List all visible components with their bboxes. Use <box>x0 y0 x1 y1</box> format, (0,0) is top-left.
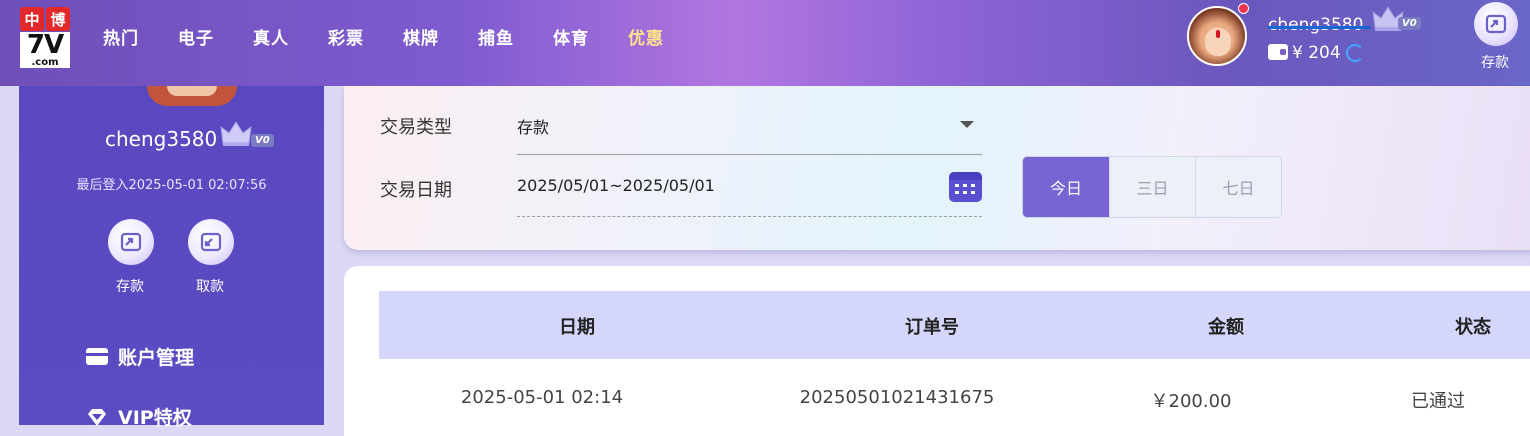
diamond-icon <box>88 408 106 426</box>
cell-date: 2025-05-01 02:14 <box>460 387 624 408</box>
chevron-down-icon <box>960 121 974 128</box>
nav-item-sports[interactable]: 体育 <box>553 24 628 49</box>
sidebar-item-label: VIP特权 <box>118 407 192 429</box>
transaction-date-label: 交易日期 <box>380 180 452 201</box>
header-deposit-label[interactable]: 存款 <box>1481 52 1509 72</box>
logo-char-1: 中 <box>20 7 44 31</box>
sidebar-item-label: 账户管理 <box>118 347 195 369</box>
main-nav: 热门 电子 真人 彩票 棋牌 捕鱼 体育 优惠 <box>103 24 703 49</box>
calendar-icon[interactable] <box>949 172 982 202</box>
transaction-type-value: 存款 <box>517 118 550 137</box>
header-username-text: cheng3580 <box>1268 15 1364 35</box>
crown-icon <box>220 121 252 146</box>
column-header-status: 状态 <box>1455 317 1491 338</box>
date-range-quick-select: 今日 三日 七日 <box>1022 156 1282 218</box>
records-panel: 日期 订单号 金额 状态 2025-05-01 02:14 2025050102… <box>344 266 1530 436</box>
logo-main: 7V <box>20 32 70 58</box>
column-header-order-no: 订单号 <box>905 317 959 338</box>
last-login: 最后登入2025-05-01 02:07:56 <box>76 178 267 193</box>
avatar-mark <box>1216 30 1220 38</box>
nav-item-slots[interactable]: 电子 <box>178 24 253 49</box>
nav-item-fishing[interactable]: 捕鱼 <box>478 24 553 49</box>
sidebar-withdraw-button[interactable] <box>188 219 234 265</box>
sidebar-avatar <box>147 86 237 106</box>
username-redaction-line <box>1268 26 1370 29</box>
logo-char-2: 博 <box>46 7 70 31</box>
sidebar-level-badge: V0 <box>251 134 274 147</box>
filter-panel: 交易类型 存款 交易日期 2025/05/01~2025/05/01 今日 三日… <box>344 86 1530 250</box>
deposit-icon <box>120 232 142 252</box>
withdraw-icon <box>200 232 222 252</box>
sidebar-item-vip[interactable]: VIP特权 <box>86 403 192 430</box>
deposit-icon <box>1485 14 1507 34</box>
cell-status: 已通过 <box>1411 391 1465 412</box>
sidebar-deposit-label[interactable]: 存款 <box>116 276 144 296</box>
site-logo[interactable]: 中 博 7V .com <box>20 7 70 68</box>
sidebar-item-account[interactable]: 账户管理 <box>86 343 194 370</box>
table-header: 日期 订单号 金额 状态 <box>379 291 1530 359</box>
sidebar-withdraw-label[interactable]: 取款 <box>196 276 224 296</box>
nav-item-promotions[interactable]: 优惠 <box>628 24 703 49</box>
range-7-days-button[interactable]: 七日 <box>1195 157 1281 217</box>
column-header-amount: 金额 <box>1208 317 1244 338</box>
date-range-input[interactable]: 2025/05/01~2025/05/01 <box>517 157 982 217</box>
transaction-type-label: 交易类型 <box>380 117 452 138</box>
cell-amount: ￥200.00 <box>1150 391 1232 412</box>
cell-order-no: 20250501021431675 <box>799 387 995 408</box>
nav-item-lottery[interactable]: 彩票 <box>328 24 403 49</box>
header-username: cheng3580 <box>1268 15 1370 35</box>
range-3-days-button[interactable]: 三日 <box>1109 157 1195 217</box>
sidebar: cheng3580 V0 最后登入2025-05-01 02:07:56 存款 … <box>19 86 324 429</box>
column-header-date: 日期 <box>559 317 595 338</box>
sidebar-deposit-button[interactable] <box>108 219 154 265</box>
avatar[interactable] <box>1187 6 1247 66</box>
range-today-button[interactable]: 今日 <box>1023 157 1109 217</box>
top-navigation-bar: 中 博 7V .com 热门 电子 真人 彩票 棋牌 捕鱼 体育 优惠 chen… <box>0 0 1530 86</box>
refresh-icon[interactable] <box>1346 44 1364 62</box>
card-icon <box>86 348 108 365</box>
wallet-icon <box>1268 44 1288 60</box>
date-range-value: 2025/05/01~2025/05/01 <box>517 176 715 195</box>
header-deposit-button[interactable] <box>1474 2 1518 46</box>
nav-item-hot[interactable]: 热门 <box>103 24 178 49</box>
notification-dot <box>1238 3 1249 14</box>
sidebar-username: cheng3580 <box>105 127 218 151</box>
transaction-type-select[interactable]: 存款 <box>517 100 982 155</box>
nav-item-live[interactable]: 真人 <box>253 24 328 49</box>
level-badge: V0 <box>1398 17 1421 30</box>
nav-item-cards[interactable]: 棋牌 <box>403 24 478 49</box>
balance: ¥ 204 <box>1292 43 1341 63</box>
